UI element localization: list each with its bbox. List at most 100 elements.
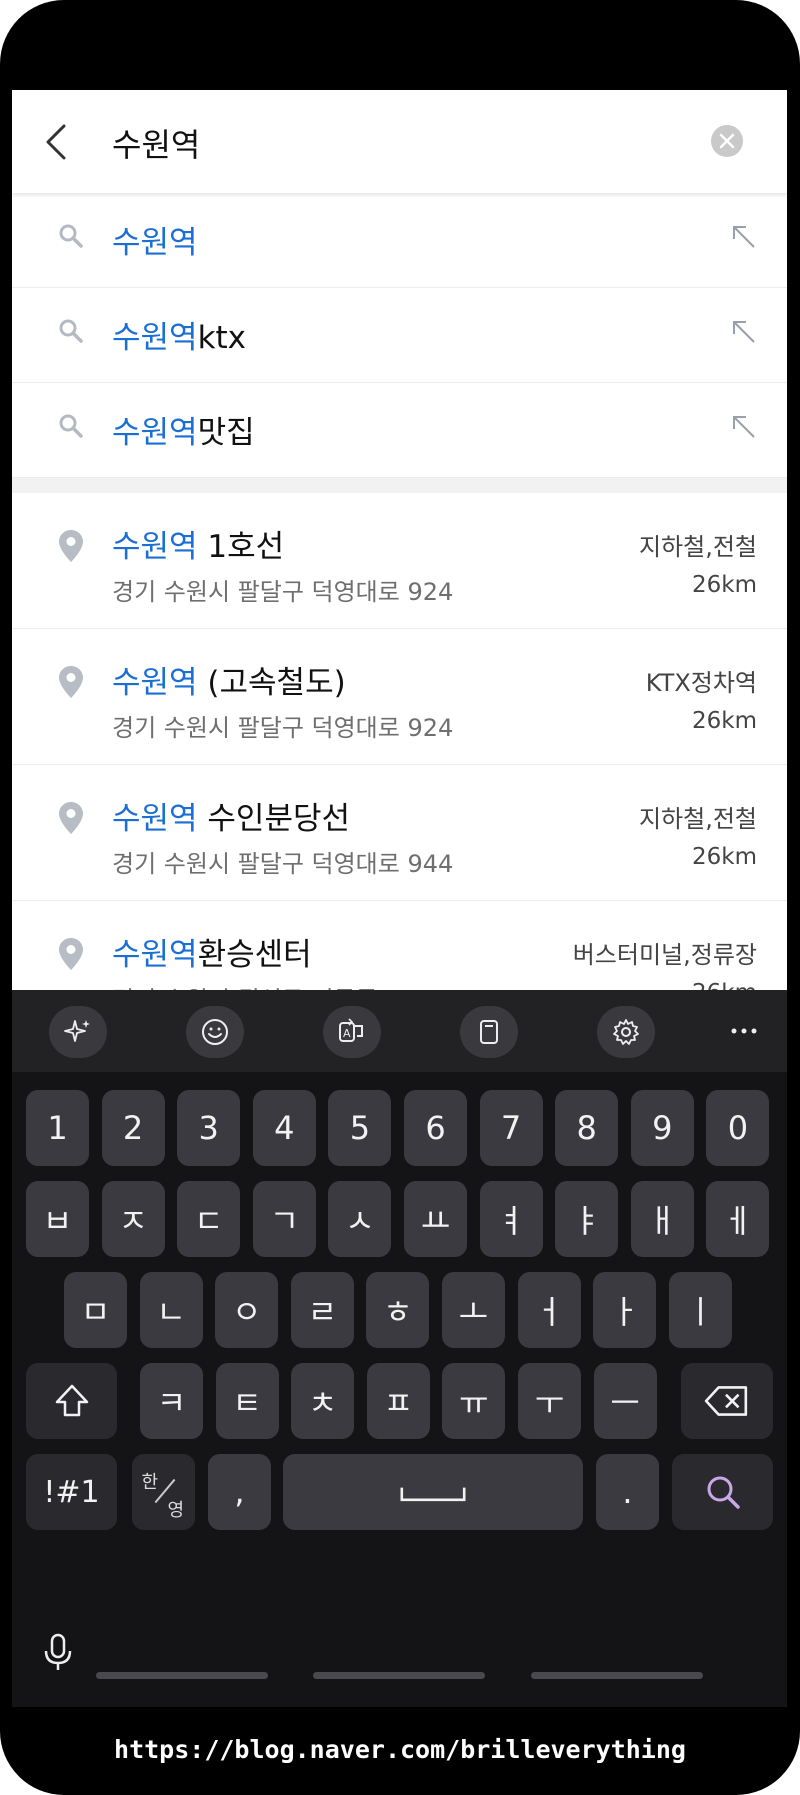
nav-bar-right[interactable] [531,1672,703,1679]
clipboard-button[interactable] [460,1006,518,1058]
number-key[interactable]: 6 [404,1090,467,1166]
place-name: 수원역 1호선 [112,521,284,566]
letter-key[interactable]: ㅜ [518,1363,581,1439]
suggestion-rest: 맛집 [197,415,255,451]
suggestion-text: 수원역 [112,217,198,262]
sparkle-icon [64,1020,90,1042]
place-address: 경기 수원시 팔달구 덕영대로 924 [112,714,454,742]
place-name-rest: 환승센터 [197,937,312,973]
clipboard-icon [480,1020,498,1044]
number-key[interactable]: 0 [706,1090,770,1166]
search-icon [59,319,83,343]
letter-key[interactable]: ㅌ [215,1363,279,1439]
space-icon [400,1487,466,1502]
letter-key[interactable]: ㅊ [291,1363,355,1439]
letter-key[interactable]: ㅠ [442,1363,506,1439]
comma-key[interactable]: , [208,1454,271,1530]
place-highlight: 수원역 [112,937,198,973]
letter-key[interactable]: ㅈ [101,1181,165,1257]
place-item[interactable]: 수원역 수인분당선 경기 수원시 팔달구 덕영대로 944 지하철,전철 26k… [12,765,787,901]
letter-key[interactable]: ㅂ [26,1181,89,1257]
suggestion-item[interactable]: 수원역맛집 [12,383,787,478]
language-switch-label: 한 영 [134,1462,194,1522]
settings-icon [613,1019,639,1045]
place-item[interactable]: 수원역 1호선 경기 수원시 팔달구 덕영대로 924 지하철,전철 26km [12,493,787,629]
place-address: 경기 수원시 팔달구 덕영대로 924 [112,578,454,606]
letter-key[interactable]: ㅍ [366,1363,430,1439]
symbols-key[interactable]: !#1 [26,1454,117,1530]
back-arrow-icon[interactable] [42,122,72,162]
letter-key[interactable]: ㅣ [668,1272,732,1348]
search-icon [59,224,83,248]
fill-query-arrow-icon[interactable] [730,413,758,441]
number-key[interactable]: 7 [479,1090,543,1166]
space-key[interactable] [283,1454,583,1530]
number-key[interactable]: 2 [101,1090,165,1166]
number-key[interactable]: 8 [555,1090,619,1166]
letter-key[interactable]: ㄹ [290,1272,354,1348]
shift-icon [55,1384,88,1417]
fill-query-arrow-icon[interactable] [730,318,758,346]
place-category: 지하철,전철 [638,533,757,561]
letter-key[interactable]: ㅡ [593,1363,657,1439]
place-category: KTX정차역 [645,669,757,697]
location-pin-icon [59,530,83,562]
number-key[interactable]: 3 [177,1090,241,1166]
letter-key[interactable]: ㅑ [555,1181,619,1257]
emoji-button[interactable] [186,1006,244,1058]
place-distance: 26km [692,708,757,734]
settings-button[interactable] [597,1006,655,1058]
suggestion-item[interactable]: 수원역ktx [12,288,787,383]
place-highlight: 수원역 [112,801,198,837]
place-name: 수원역 (고속철도) [112,657,346,702]
letter-key[interactable]: ㅐ [630,1181,694,1257]
number-key[interactable]: 5 [328,1090,392,1166]
suggestion-item[interactable]: 수원역 [12,193,787,288]
letter-key[interactable]: ㄷ [177,1181,241,1257]
letter-key[interactable]: ㅅ [328,1181,392,1257]
place-name: 수원역환승센터 [112,929,312,974]
nav-bar-left[interactable] [96,1672,268,1679]
place-item[interactable]: 수원역 (고속철도) 경기 수원시 팔달구 덕영대로 924 KTX정차역 26… [12,629,787,765]
lang-english-label: 영 [167,1500,185,1521]
place-category: 지하철,전철 [638,805,757,833]
suggestion-highlight: 수원역 [112,225,198,261]
place-name-rest: 수인분당선 [197,801,351,837]
emoji-icon [202,1019,228,1045]
place-distance: 26km [692,572,757,598]
clear-icon[interactable] [710,124,744,158]
number-key[interactable]: 1 [26,1090,89,1166]
place-name-rest: (고속철도) [197,665,346,701]
translate-button[interactable]: A [323,1006,381,1058]
letter-key[interactable]: ㄴ [139,1272,203,1348]
language-switch-key[interactable]: 한 영 [132,1454,195,1530]
place-highlight: 수원역 [112,665,198,701]
backspace-key[interactable] [681,1363,773,1439]
letter-key[interactable]: ㅔ [706,1181,770,1257]
search-key[interactable] [672,1454,773,1530]
place-distance: 26km [692,844,757,870]
number-key[interactable]: 9 [630,1090,694,1166]
suggestion-highlight: 수원역 [112,415,198,451]
letter-key[interactable]: ㅎ [366,1272,430,1348]
number-key[interactable]: 4 [252,1090,316,1166]
microphone-icon[interactable] [40,1632,76,1672]
letter-key[interactable]: ㅗ [442,1272,505,1348]
nav-bar-center[interactable] [313,1672,485,1679]
suggestion-rest: ktx [197,320,247,356]
fill-query-arrow-icon[interactable] [730,223,758,251]
search-input[interactable]: 수원역 [112,120,200,166]
more-icon[interactable] [724,1016,764,1046]
letter-key[interactable]: ㄱ [252,1181,316,1257]
letter-key[interactable]: ㅛ [404,1181,467,1257]
screen: 수원역 수원역 수원역ktx 수원역맛집 수원역 1호선 경기 수원시 팔달구 … [12,90,787,1707]
shift-key[interactable] [26,1363,117,1439]
letter-key[interactable]: ㅋ [140,1363,203,1439]
letter-key[interactable]: ㅁ [64,1272,127,1348]
period-key[interactable]: . [596,1454,659,1530]
ai-sparkle-button[interactable] [49,1006,107,1058]
letter-key[interactable]: ㅓ [517,1272,581,1348]
letter-key[interactable]: ㅇ [215,1272,279,1348]
letter-key[interactable]: ㅕ [479,1181,543,1257]
letter-key[interactable]: ㅏ [593,1272,657,1348]
